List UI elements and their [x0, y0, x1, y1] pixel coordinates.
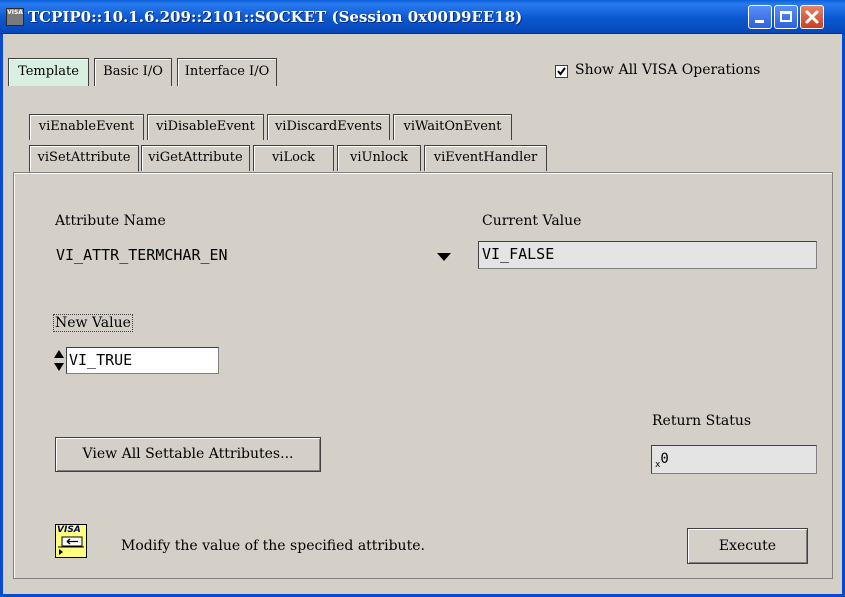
maximize-button[interactable] — [774, 5, 798, 29]
app-icon[interactable]: VISA — [6, 8, 24, 26]
app-icon-text: VISA — [7, 9, 23, 16]
minimize-button[interactable] — [748, 5, 772, 29]
close-icon — [805, 10, 819, 24]
tab-vidiscardevents[interactable]: viDiscardEvents — [267, 114, 390, 140]
visa-icon: VISA — [55, 524, 87, 558]
tab-label: viDisableEvent — [156, 119, 255, 134]
tab-visetattribute[interactable]: viSetAttribute — [29, 145, 139, 172]
tab-vidisableevent[interactable]: viDisableEvent — [147, 114, 264, 140]
return-status-label: Return Status — [652, 413, 752, 429]
tab-label: viWaitOnEvent — [403, 119, 502, 134]
tab-label: viUnlock — [350, 150, 408, 165]
tab-viwaitonevent[interactable]: viWaitOnEvent — [393, 114, 512, 140]
tab-label: viGetAttribute — [148, 150, 243, 165]
attribute-name-label: Attribute Name — [55, 213, 166, 229]
tab-label: Interface I/O — [184, 64, 270, 79]
maximize-icon — [780, 11, 792, 22]
window-title: TCPIP0::10.1.6.209::2101::SOCKET (Sessio… — [28, 8, 523, 26]
visa-icon-text: VISA — [57, 525, 81, 535]
visa-plug-icon — [58, 536, 84, 555]
tab-label: viEventHandler — [433, 150, 538, 165]
view-button-label: View All Settable Attributes... — [82, 446, 294, 462]
execute-button[interactable]: Execute — [687, 528, 808, 564]
tab-vigetattribute[interactable]: viGetAttribute — [141, 145, 250, 171]
current-value-label: Current Value — [482, 213, 582, 229]
tab-panel — [13, 172, 833, 579]
title-bar[interactable]: VISA TCPIP0::10.1.6.209::2101::SOCKET (S… — [0, 0, 845, 34]
tab-label: Basic I/O — [103, 64, 163, 79]
attribute-name-value: VI_ATTR_TERMCHAR_EN — [56, 246, 228, 264]
spin-arrows-icon[interactable] — [53, 348, 65, 373]
new-value-input[interactable]: VI_TRUE — [66, 347, 219, 374]
new-value-label: New Value — [53, 314, 133, 332]
dropdown-arrow-icon[interactable] — [437, 253, 451, 261]
tab-label: viDiscardEvents — [274, 119, 383, 134]
return-status-value: 0 — [660, 451, 669, 467]
view-all-settable-attributes-button[interactable]: View All Settable Attributes... — [55, 437, 321, 472]
tab-vilock[interactable]: viLock — [253, 145, 334, 171]
tab-viunlock[interactable]: viUnlock — [337, 145, 421, 171]
execute-button-label: Execute — [718, 538, 777, 554]
attribute-name-select[interactable]: VI_ATTR_TERMCHAR_EN — [52, 241, 459, 269]
tab-label: Template — [18, 64, 79, 79]
operation-description: Modify the value of the specified attrib… — [121, 538, 425, 554]
tab-basic-io[interactable]: Basic I/O — [94, 58, 172, 86]
tab-vieventhandler[interactable]: viEventHandler — [424, 145, 547, 171]
return-status-field: x0 — [651, 445, 817, 474]
tab-template[interactable]: Template — [8, 58, 89, 86]
tab-label: viEnableEvent — [38, 119, 135, 134]
show-all-checkbox[interactable] — [555, 65, 568, 78]
show-all-label[interactable]: Show All VISA Operations — [575, 62, 760, 78]
tab-label: viLock — [271, 150, 316, 165]
tab-label: viSetAttribute — [37, 150, 131, 165]
window-frame-left — [0, 34, 3, 597]
tab-vienableevent[interactable]: viEnableEvent — [29, 114, 144, 140]
close-button[interactable] — [800, 5, 824, 29]
tab-interface-io[interactable]: Interface I/O — [177, 58, 277, 86]
minimize-icon — [755, 20, 764, 23]
current-value-field: VI_FALSE — [478, 241, 817, 269]
checkmark-icon — [557, 67, 566, 76]
